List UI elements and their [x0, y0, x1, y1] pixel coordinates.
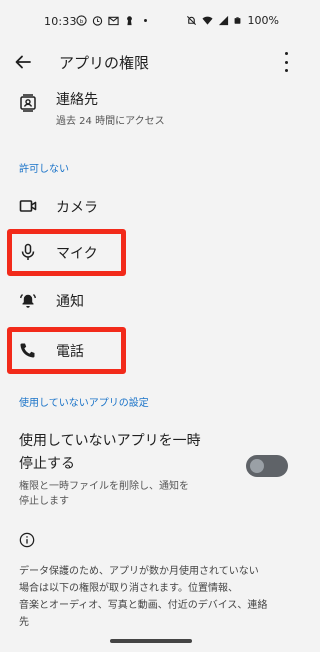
wifi-icon: [202, 16, 213, 25]
svg-text:b: b: [80, 19, 84, 25]
microphone-label: マイク: [56, 246, 98, 262]
info-line-3: 音楽とオーディオ、写真と動画、付近のデバイス、連絡: [19, 600, 268, 611]
contacts-label: 連絡先: [56, 92, 98, 108]
info-line-2: 場合は以下の権限が取り消されます。位置情報、: [19, 583, 238, 594]
phone-label: 電話: [56, 344, 84, 360]
more-options-icon[interactable]: [283, 52, 289, 72]
alarm-icon: [92, 16, 103, 26]
camera-icon: [19, 200, 37, 212]
denied-section-header: 許可しない: [19, 164, 69, 175]
info-text: データ保護のため、アプリが数か月使用されていない 場合は以下の権限が取り消されま…: [19, 563, 299, 631]
unused-section-header: 使用していないアプリの設定: [19, 398, 149, 409]
status-bar: 10:33 b 100%: [0, 0, 301, 44]
app-bar: アプリの権限: [0, 44, 301, 80]
permission-row-phone[interactable]: 電話: [0, 333, 301, 369]
camera-label: カメラ: [56, 200, 98, 216]
battery-percent: 100%: [247, 14, 279, 27]
page-title: アプリの権限: [59, 54, 150, 72]
notification-bell-icon: [20, 293, 36, 308]
info-line-4: 先: [19, 617, 29, 628]
permission-row-microphone[interactable]: マイク: [0, 235, 301, 271]
info-line-1: データ保護のため、アプリが数か月使用されていない: [19, 566, 259, 577]
back-arrow-icon[interactable]: [14, 53, 32, 71]
battery-icon: [234, 17, 240, 24]
permission-row-camera[interactable]: カメラ: [0, 188, 301, 224]
gesture-nav-handle[interactable]: [110, 639, 192, 643]
pause-setting-title-line2: 停止する: [19, 456, 75, 472]
signal-icon: [218, 15, 228, 26]
settings-sync-icon: b: [76, 15, 87, 26]
notifications-label: 通知: [56, 294, 84, 310]
toggle-knob: [250, 459, 264, 473]
permission-row-notifications[interactable]: 通知: [0, 283, 301, 319]
status-time: 10:33: [44, 15, 77, 28]
microphone-icon: [21, 243, 35, 260]
status-left-icons: b: [76, 15, 151, 26]
status-right-icons: 100%: [186, 14, 279, 27]
pause-setting-desc-line2: 停止します: [19, 496, 69, 507]
permission-row-contacts[interactable]: 連絡先 過去 24 時間にアクセス: [0, 84, 301, 132]
keyhole-icon: [127, 16, 132, 26]
pause-unused-toggle[interactable]: [246, 455, 288, 477]
contacts-icon: [20, 94, 36, 112]
dot-icon: [144, 19, 147, 22]
dnd-off-icon: [186, 15, 196, 26]
info-icon: [19, 532, 35, 548]
gmail-icon: [108, 16, 119, 26]
pause-setting-desc-line1: 権限と一時ファイルを削除し、通知を: [19, 481, 189, 492]
pause-setting-title-line1: 使用していないアプリを一時: [19, 433, 201, 449]
phone-icon: [20, 343, 35, 358]
contacts-subtitle: 過去 24 時間にアクセス: [56, 116, 165, 127]
